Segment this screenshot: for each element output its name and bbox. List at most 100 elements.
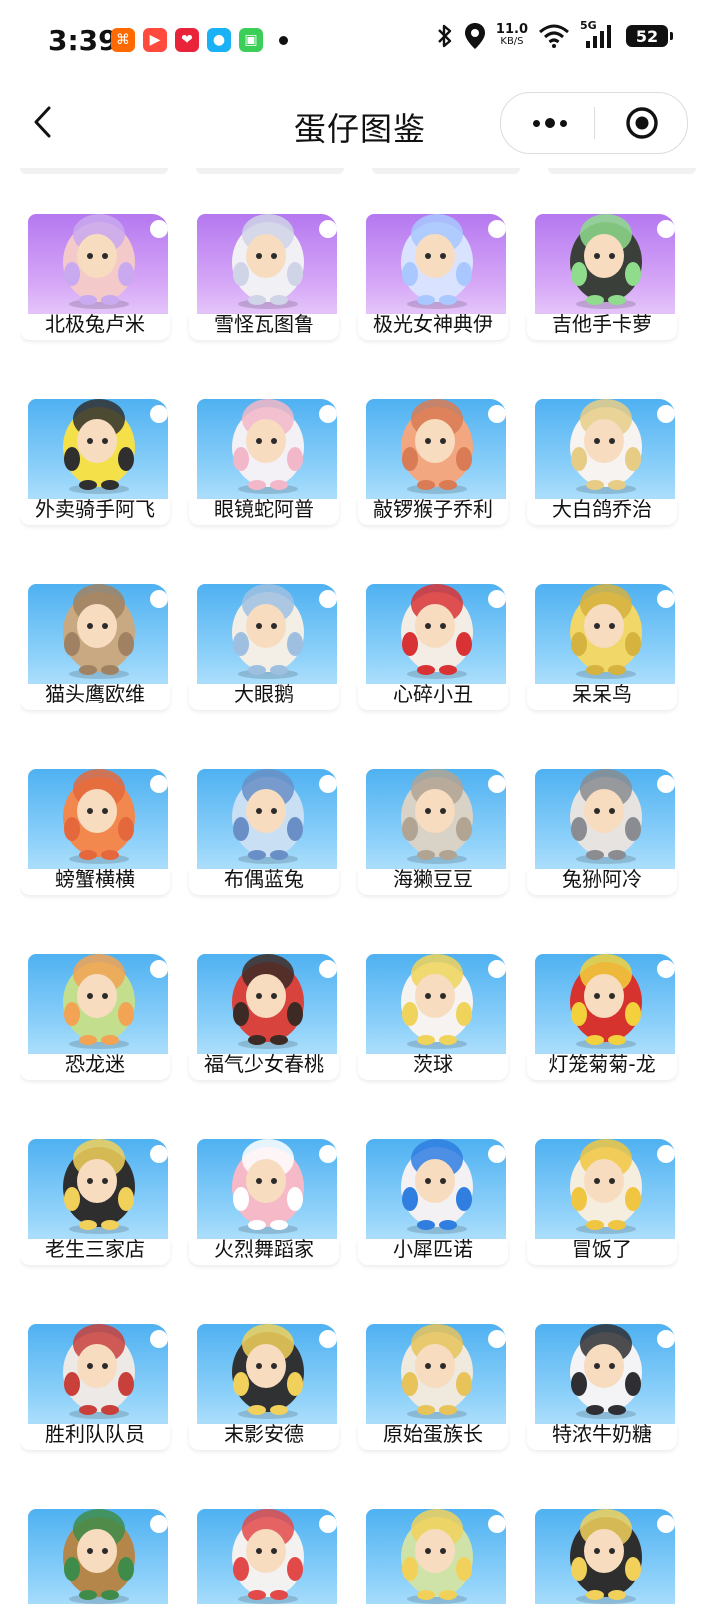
character-figure-icon — [232, 214, 304, 309]
character-figure-icon — [63, 954, 135, 1049]
card-corner-notch — [657, 590, 675, 608]
character-card[interactable]: 灯笼菊菊-龙 — [527, 942, 677, 1080]
character-card[interactable]: 恐龙迷 — [20, 942, 170, 1080]
character-card[interactable]: 福气少女春桃 — [189, 942, 339, 1080]
character-card[interactable] — [527, 1497, 677, 1604]
character-card[interactable] — [189, 1497, 339, 1604]
nav-header: 蛋仔图鉴 — [0, 86, 720, 162]
character-card[interactable]: 北极兔卢米 — [20, 202, 170, 340]
character-name: 茨球 — [413, 1052, 453, 1076]
character-figure-icon — [401, 1324, 473, 1419]
character-card[interactable] — [358, 1497, 508, 1604]
character-name: 特浓牛奶糖 — [552, 1422, 652, 1446]
card-corner-notch — [150, 960, 168, 978]
character-figure-icon — [63, 1324, 135, 1419]
character-name: 小犀匹诺 — [393, 1237, 473, 1261]
character-figure-icon — [63, 1139, 135, 1234]
card-corner-notch — [657, 1515, 675, 1533]
character-figure-icon — [232, 1509, 304, 1604]
character-figure-icon — [401, 214, 473, 309]
notification-icons: ⌘ ▶ ❤ ● ▣ — [111, 28, 288, 52]
character-figure-icon — [232, 399, 304, 494]
character-figure-icon — [401, 954, 473, 1049]
character-card[interactable]: 呆呆鸟 — [527, 572, 677, 710]
character-figure-icon — [232, 769, 304, 864]
character-name: 兔狲阿冷 — [562, 867, 642, 891]
close-miniprogram-button[interactable] — [625, 106, 659, 140]
more-button[interactable] — [525, 93, 575, 153]
character-figure-icon — [232, 1324, 304, 1419]
character-card[interactable]: 外卖骑手阿飞 — [20, 387, 170, 525]
character-card[interactable]: 布偶蓝兔 — [189, 757, 339, 895]
character-name: 吉他手卡萝 — [552, 312, 652, 336]
card-corner-notch — [657, 405, 675, 423]
card-corner-notch — [319, 220, 337, 238]
character-name: 极光女神典伊 — [373, 312, 493, 336]
character-figure-icon — [63, 1509, 135, 1604]
card-corner-notch — [150, 1330, 168, 1348]
character-card[interactable]: 大眼鹅 — [189, 572, 339, 710]
character-card[interactable]: 小犀匹诺 — [358, 1127, 508, 1265]
character-figure-icon — [63, 399, 135, 494]
card-corner-notch — [657, 960, 675, 978]
card-corner-notch — [319, 775, 337, 793]
character-figure-icon — [232, 954, 304, 1049]
character-name: 福气少女春桃 — [204, 1052, 324, 1076]
game-app-icon: ❤ — [175, 28, 199, 52]
card-corner-notch — [657, 220, 675, 238]
signal-bars-icon — [586, 25, 611, 48]
character-card[interactable]: 海獭豆豆 — [358, 757, 508, 895]
xiaohongshu-app-icon: ⌘ — [111, 28, 135, 52]
character-card[interactable]: 老生三家店 — [20, 1127, 170, 1265]
card-corner-notch — [488, 1145, 506, 1163]
battery-indicator: 52 — [626, 25, 673, 47]
more-dot-icon — [560, 119, 567, 127]
character-card[interactable]: 眼镜蛇阿普 — [189, 387, 339, 525]
character-card[interactable]: 特浓牛奶糖 — [527, 1312, 677, 1450]
character-card[interactable]: 兔狲阿冷 — [527, 757, 677, 895]
character-figure-icon — [232, 1139, 304, 1234]
character-card[interactable]: 雪怪瓦图鲁 — [189, 202, 339, 340]
character-name: 呆呆鸟 — [572, 682, 632, 706]
card-corner-notch — [319, 1515, 337, 1533]
character-name: 大眼鹅 — [234, 682, 294, 706]
status-time: 3:39 — [48, 24, 118, 57]
status-indicators: 11.0 KB/S 5G 52 — [436, 19, 673, 50]
more-notifications-dot — [279, 35, 288, 45]
character-card[interactable]: 末影安德 — [189, 1312, 339, 1450]
character-name: 猫头鹰欧维 — [45, 682, 145, 706]
message-app-icon: ▣ — [239, 28, 263, 52]
character-card[interactable]: 茨球 — [358, 942, 508, 1080]
character-figure-icon — [401, 399, 473, 494]
character-card[interactable]: 极光女神典伊 — [358, 202, 508, 340]
character-figure-icon — [401, 584, 473, 679]
cellular-signal: 5G — [580, 19, 616, 49]
character-card[interactable]: 猫头鹰欧维 — [20, 572, 170, 710]
character-card[interactable]: 原始蛋族长 — [358, 1312, 508, 1450]
character-card[interactable]: 胜利队队员 — [20, 1312, 170, 1450]
character-figure-icon — [401, 1139, 473, 1234]
card-corner-notch — [657, 1145, 675, 1163]
miniprogram-capsule — [500, 92, 688, 154]
character-card[interactable]: 吉他手卡萝 — [527, 202, 677, 340]
character-card[interactable]: 冒饭了 — [527, 1127, 677, 1265]
card-corner-notch — [150, 220, 168, 238]
character-name: 冒饭了 — [572, 1237, 632, 1261]
character-name: 布偶蓝兔 — [224, 867, 304, 891]
card-corner-notch — [657, 775, 675, 793]
character-figure-icon — [570, 1139, 642, 1234]
character-name: 灯笼菊菊-龙 — [548, 1052, 656, 1076]
character-name: 末影安德 — [224, 1422, 304, 1446]
character-card[interactable]: 心碎小丑 — [358, 572, 508, 710]
previous-row-edge — [20, 168, 700, 176]
character-figure-icon — [570, 399, 642, 494]
character-figure-icon — [570, 214, 642, 309]
character-card[interactable]: 火烈舞蹈家 — [189, 1127, 339, 1265]
character-card[interactable] — [20, 1497, 170, 1604]
card-corner-notch — [488, 775, 506, 793]
character-card[interactable]: 敲锣猴子乔利 — [358, 387, 508, 525]
character-card[interactable]: 大白鸽乔治 — [527, 387, 677, 525]
card-corner-notch — [150, 405, 168, 423]
character-card[interactable]: 螃蟹横横 — [20, 757, 170, 895]
capsule-divider — [594, 107, 595, 139]
